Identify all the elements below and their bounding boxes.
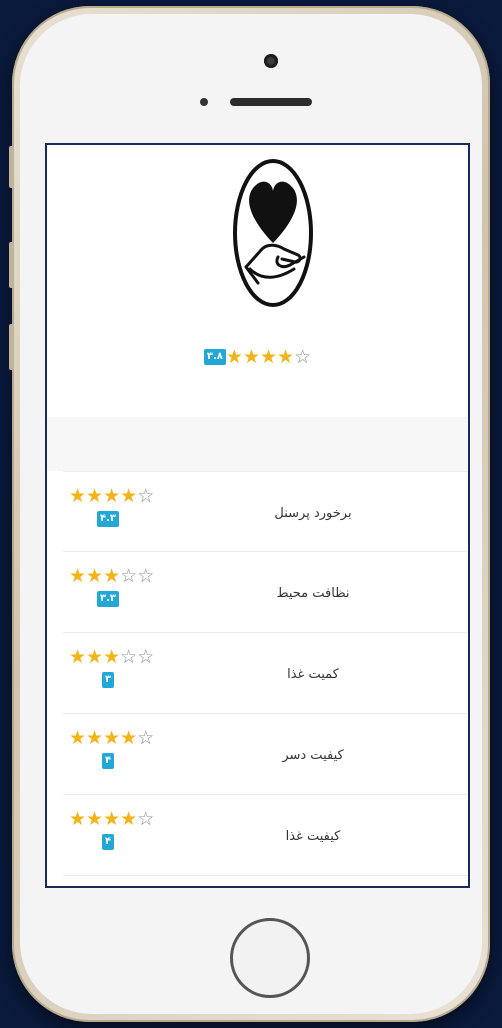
star-icon: ★ — [86, 565, 104, 587]
star-outline-icon: ☆ — [137, 646, 155, 668]
rating-stars: ★★★★☆ — [69, 485, 154, 507]
rating-stars-block: ★★★★☆ ۴ — [69, 808, 154, 850]
star-icon: ★ — [86, 485, 104, 507]
ratings-list: ★★★★☆ ۴.۳ برخورد پرسنل ★★★☆☆ ۳.۳ نظافت م… — [63, 471, 468, 876]
volume-down-button — [9, 324, 14, 370]
star-outline-icon: ☆ — [137, 808, 155, 830]
heart-in-hand-icon — [233, 159, 313, 307]
star-outline-icon: ☆ — [137, 485, 155, 507]
rating-stars-block: ★★★★☆ ۴.۳ — [69, 485, 154, 527]
star-icon: ★ — [103, 808, 121, 830]
rating-label: کیفیت غذا — [285, 829, 341, 844]
star-icon: ★ — [259, 346, 278, 368]
rating-row-dessert-quality: ★★★★☆ ۴ کیفیت دسر — [63, 714, 468, 795]
mute-switch — [9, 146, 14, 188]
star-icon: ★ — [103, 727, 121, 749]
star-icon: ★ — [69, 565, 87, 587]
front-camera — [264, 54, 278, 68]
rating-score-badge: ۳ — [101, 672, 115, 688]
star-icon: ★ — [103, 565, 121, 587]
star-icon: ★ — [69, 646, 87, 668]
star-outline-icon: ☆ — [120, 646, 138, 668]
star-icon: ★ — [277, 346, 295, 368]
star-icon: ★ — [69, 808, 87, 830]
volume-up-button — [9, 242, 14, 288]
rating-score-badge: ۴.۳ — [96, 511, 119, 527]
overall-score-badge: ۳.۸ — [203, 349, 226, 365]
star-outline-icon: ☆ — [137, 565, 155, 587]
star-icon: ★ — [103, 646, 121, 668]
rating-score-badge: ۴ — [101, 834, 115, 850]
section-divider — [47, 417, 468, 471]
star-icon: ★ — [242, 346, 260, 368]
star-icon: ★ — [120, 727, 138, 749]
star-outline-icon: ☆ — [137, 727, 155, 749]
star-outline-icon: ☆ — [294, 346, 312, 368]
star-icon: ★ — [86, 808, 104, 830]
rating-row-food-quantity: ★★★☆☆ ۳ کمیت غذا — [63, 633, 468, 714]
rating-row-cleanliness: ★★★☆☆ ۳.۳ نظافت محیط — [63, 552, 468, 633]
star-icon: ★ — [69, 727, 87, 749]
overall-rating: ۳.۸ ★★★★☆ — [47, 347, 468, 367]
star-icon: ★ — [225, 346, 243, 368]
rating-score-badge: ۴ — [101, 753, 115, 769]
rating-label: نظافت محیط — [276, 586, 350, 601]
rating-row-food-quality: ★★★★☆ ۴ کیفیت غذا — [63, 795, 468, 876]
star-icon: ★ — [69, 485, 87, 507]
rating-label: کیفیت دسر — [282, 748, 344, 763]
rating-label: برخورد پرسنل — [274, 506, 352, 521]
proximity-sensor — [200, 98, 208, 106]
rating-stars: ★★★☆☆ — [69, 646, 154, 668]
rating-stars-block: ★★★☆☆ ۳ — [69, 646, 154, 688]
rating-label: کمیت غذا — [287, 667, 339, 682]
star-icon: ★ — [103, 485, 121, 507]
home-button[interactable] — [230, 918, 310, 998]
rating-row-staff-behavior: ★★★★☆ ۴.۳ برخورد پرسنل — [63, 471, 468, 552]
star-icon: ★ — [120, 485, 138, 507]
rating-stars: ★★★★☆ — [69, 727, 154, 749]
star-icon: ★ — [86, 727, 104, 749]
star-icon: ★ — [86, 646, 104, 668]
earpiece-speaker — [230, 98, 312, 106]
star-outline-icon: ☆ — [120, 565, 138, 587]
overall-stars: ★★★★☆ — [226, 347, 311, 367]
rating-stars: ★★★★☆ — [69, 808, 154, 830]
rating-stars-block: ★★★★☆ ۴ — [69, 727, 154, 769]
app-screen: ۳.۸ ★★★★☆ ★★★★☆ ۴.۳ برخورد پرسنل ★★★☆☆ ۳… — [45, 143, 470, 888]
rating-stars: ★★★☆☆ — [69, 565, 154, 587]
rating-score-badge: ۳.۳ — [96, 591, 119, 607]
star-icon: ★ — [120, 808, 138, 830]
rating-stars-block: ★★★☆☆ ۳.۳ — [69, 565, 154, 607]
